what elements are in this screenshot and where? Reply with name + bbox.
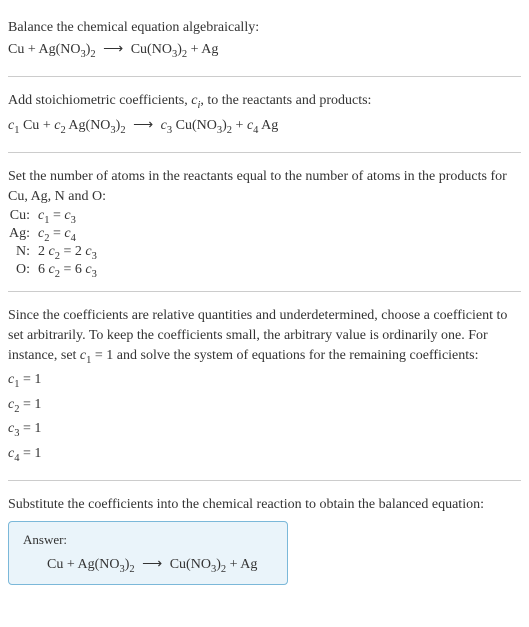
atoms-title: Set the number of atoms in the reactants…: [8, 167, 521, 206]
eq-rhs-ag: Ag: [240, 557, 257, 572]
coef-equation: c1 Cu + c2 Ag(NO3)2 ⟶ c3 Cu(NO3)2 + c4 A…: [8, 116, 521, 138]
intro-equation: Cu + Ag(NO3)2 ⟶ Cu(NO3)2 + Ag: [8, 40, 521, 62]
divider: [8, 152, 521, 153]
balanced-equation: Cu + Ag(NO3)2 ⟶ Cu(NO3)2 + Ag: [23, 556, 273, 575]
eq-rhs-ag: Ag: [201, 42, 218, 57]
eq-plus: +: [187, 42, 201, 57]
coef-title: Add stoichiometric coefficients, ci, to …: [8, 91, 521, 113]
divider: [8, 76, 521, 77]
atom-label: N:: [8, 244, 38, 262]
eq-lhs-cu: Cu: [8, 42, 24, 57]
coef-value: c4 = 1: [8, 444, 521, 466]
eq-plus: +: [24, 42, 38, 57]
eq-rhs-cuno3: Cu(NO3)2: [131, 42, 187, 57]
coef-value: c1 = 1: [8, 370, 521, 392]
atom-row-o: O: 6 c2 = 6 c3: [8, 262, 97, 280]
atom-equation: c2 = c4: [38, 226, 97, 244]
atom-label: O:: [8, 262, 38, 280]
coefficient-values: c1 = 1 c2 = 1 c3 = 1 c4 = 1: [8, 370, 521, 466]
atom-label: Cu:: [8, 208, 38, 226]
atom-equations-table: Cu: c1 = c3 Ag: c2 = c4 N: 2 c2 = 2 c3 O…: [8, 208, 97, 279]
eq-lhs-agno3: Ag(NO3)2: [77, 557, 134, 572]
section-intro: Balance the chemical equation algebraica…: [8, 8, 521, 72]
section-atoms: Set the number of atoms in the reactants…: [8, 157, 521, 287]
eq-lhs-cu: Cu: [47, 557, 63, 572]
answer-title: Substitute the coefficients into the che…: [8, 495, 521, 515]
arrow-icon: ⟶: [133, 118, 153, 133]
divider: [8, 291, 521, 292]
intro-title: Balance the chemical equation algebraica…: [8, 18, 521, 38]
atom-equation: 2 c2 = 2 c3: [38, 244, 97, 262]
coef-value: c2 = 1: [8, 395, 521, 417]
atom-row-n: N: 2 c2 = 2 c3: [8, 244, 97, 262]
answer-label: Answer:: [23, 532, 273, 548]
coef-value: c3 = 1: [8, 419, 521, 441]
divider: [8, 480, 521, 481]
section-solve: Since the coefficients are relative quan…: [8, 296, 521, 476]
atom-row-cu: Cu: c1 = c3: [8, 208, 97, 226]
atom-label: Ag:: [8, 226, 38, 244]
arrow-icon: ⟶: [103, 42, 123, 57]
solve-text: Since the coefficients are relative quan…: [8, 306, 521, 368]
atom-row-ag: Ag: c2 = c4: [8, 226, 97, 244]
section-answer: Substitute the coefficients into the che…: [8, 485, 521, 593]
atom-equation: c1 = c3: [38, 208, 97, 226]
eq-rhs-cuno3: Cu(NO3)2: [170, 557, 226, 572]
arrow-icon: ⟶: [142, 557, 162, 572]
eq-lhs-agno3: Ag(NO3)2: [38, 42, 95, 57]
answer-box: Answer: Cu + Ag(NO3)2 ⟶ Cu(NO3)2 + Ag: [8, 521, 288, 586]
atom-equation: 6 c2 = 6 c3: [38, 262, 97, 280]
section-coefficients: Add stoichiometric coefficients, ci, to …: [8, 81, 521, 148]
